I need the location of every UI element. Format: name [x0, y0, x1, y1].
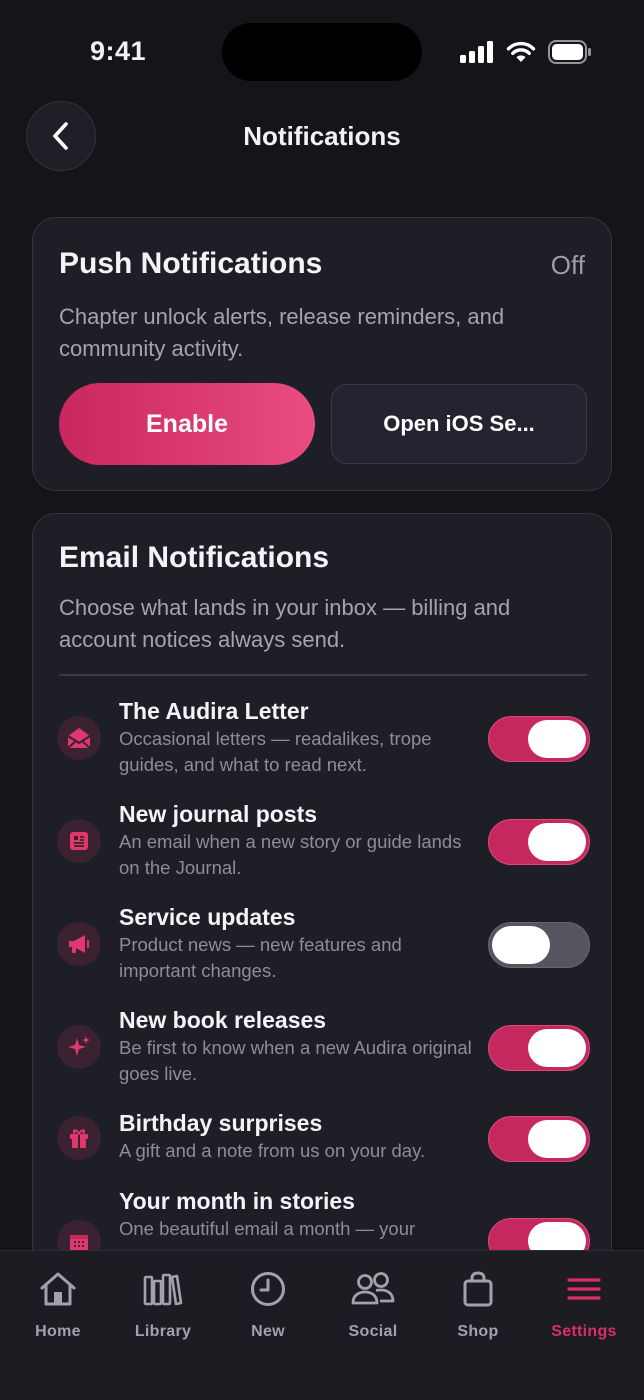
- wifi-icon: [506, 41, 536, 62]
- push-notifications-description: Chapter unlock alerts, release reminders…: [59, 304, 505, 361]
- service-updates-toggle[interactable]: [488, 922, 590, 968]
- journal-posts-toggle[interactable]: [488, 819, 590, 865]
- birthday-surprises-toggle[interactable]: [488, 1116, 590, 1162]
- pref-title: New journal posts: [119, 801, 318, 827]
- shopping-bag-icon: [463, 1271, 493, 1307]
- pref-subtitle: One beautiful email a month — your: [119, 1218, 416, 1239]
- pref-title: Your month in stories: [119, 1188, 355, 1214]
- status-time: 9:41: [90, 36, 147, 66]
- tab-bar: Home Library New Social Shop Settings: [0, 1250, 644, 1400]
- users-icon: [351, 1272, 395, 1305]
- email-notifications-description: Choose what lands in your inbox — billin…: [59, 595, 511, 652]
- notifications-screen: 9:41 Notifications Push Notifications Of…: [0, 0, 644, 1400]
- dynamic-island: [222, 23, 422, 81]
- clock-icon: [251, 1272, 285, 1306]
- tab-shop[interactable]: Shop: [426, 1269, 530, 1341]
- pref-title: Service updates: [119, 904, 296, 930]
- envelope-open-icon: [57, 716, 101, 760]
- open-ios-settings-button[interactable]: Open iOS Se...: [331, 384, 587, 464]
- library-icon: [143, 1273, 183, 1306]
- push-status-label: Off: [550, 250, 585, 280]
- sparkles-icon: [57, 1025, 101, 1069]
- enable-button[interactable]: Enable: [59, 383, 315, 465]
- home-icon: [40, 1272, 76, 1306]
- megaphone-icon: [57, 922, 101, 966]
- push-notifications-title: Push Notifications: [59, 247, 323, 280]
- status-icons: [460, 40, 592, 64]
- pref-title: Birthday surprises: [119, 1110, 323, 1136]
- pref-title: New book releases: [119, 1007, 327, 1033]
- pref-title: The Audira Letter: [119, 698, 309, 724]
- tab-home[interactable]: Home: [6, 1269, 110, 1341]
- pref-subtitle: Occasional letters — readalikes, trope g…: [119, 728, 432, 775]
- pref-subtitle: An email when a new story or guide lands…: [119, 831, 462, 878]
- pref-subtitle: Be first to know when a new Audira origi…: [119, 1037, 472, 1084]
- page-title: Notifications: [243, 121, 401, 151]
- book-releases-toggle[interactable]: [488, 1025, 590, 1071]
- tab-label: Settings: [551, 1323, 617, 1340]
- email-notifications-title: Email Notifications: [59, 541, 330, 574]
- gift-icon: [57, 1116, 101, 1160]
- tab-label: New: [251, 1323, 285, 1340]
- tab-settings[interactable]: Settings: [532, 1269, 636, 1341]
- divider: [59, 674, 587, 676]
- email-notifications-card: Email Notifications Choose what lands in…: [32, 513, 612, 1293]
- battery-icon: [548, 40, 591, 64]
- tab-label: Home: [35, 1323, 81, 1340]
- tab-label: Library: [134, 1323, 192, 1340]
- audira-letter-toggle[interactable]: [488, 716, 590, 762]
- pref-subtitle: A gift and a note from us on your day.: [119, 1140, 426, 1161]
- tab-social[interactable]: Social: [321, 1269, 425, 1341]
- tab-new[interactable]: New: [216, 1269, 320, 1341]
- cellular-signal-icon: [460, 41, 493, 63]
- menu-icon: [567, 1278, 601, 1300]
- newspaper-icon: [57, 819, 101, 863]
- tab-label: Social: [348, 1323, 398, 1340]
- push-notifications-card: Push Notifications Off Chapter unlock al…: [32, 217, 612, 491]
- tab-library[interactable]: Library: [111, 1269, 215, 1341]
- pref-subtitle: Product news — new features and importan…: [119, 934, 402, 981]
- tab-label: Shop: [457, 1323, 499, 1340]
